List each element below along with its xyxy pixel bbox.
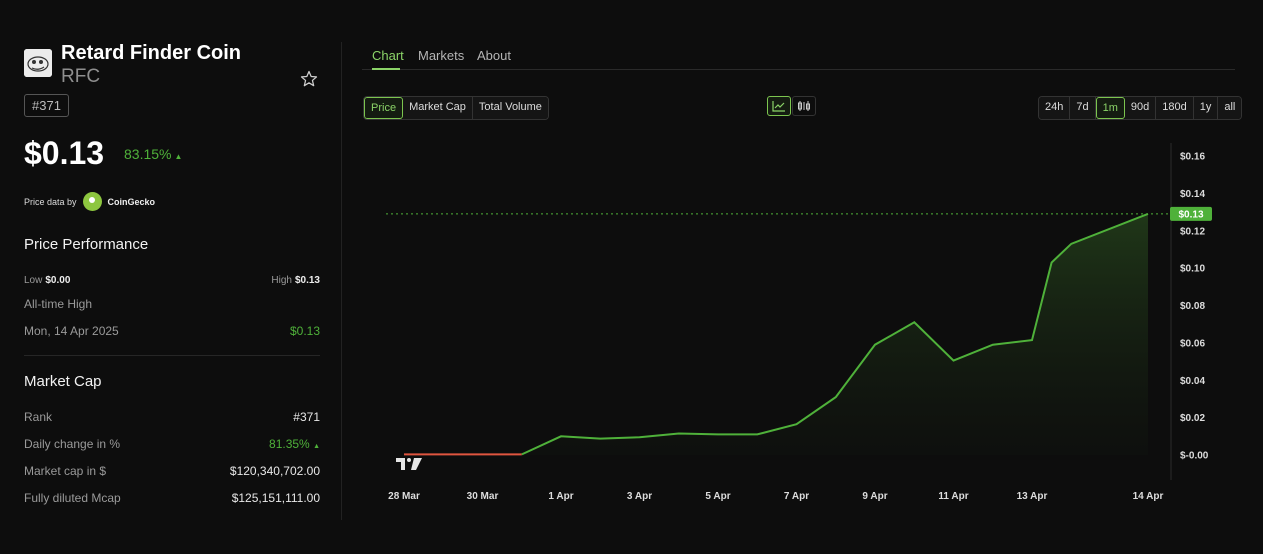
price-chart[interactable]: $0.16 $0.14 $0.12 $0.10 $0.08 $0.06 $0.04 $0.02… — [0, 0, 1263, 554]
y-tick-label: $0.06 — [1180, 338, 1205, 349]
x-tick-label: 14 Apr — [1133, 491, 1164, 502]
y-axis: $0.16 $0.14 $0.12 $0.10 $0.08 $0.06 $0.04 $0.02… — [1180, 152, 1209, 462]
y-tick-label: $-0.00 — [1180, 451, 1209, 462]
x-tick-label: 3 Apr — [627, 491, 652, 502]
x-tick-label: 13 Apr — [1017, 491, 1048, 502]
tradingview-logo — [396, 458, 422, 470]
x-tick-label: 11 Apr — [938, 491, 968, 502]
x-axis: 28 Mar 30 Mar 1 Apr 3 Apr 5 Apr 7 Apr 9 Apr 11 … — [388, 491, 1163, 502]
current-price-tag-label: $0.13 — [1178, 209, 1203, 220]
x-tick-label: 9 Apr — [862, 491, 887, 502]
x-tick-label: 1 Apr — [548, 491, 573, 502]
y-tick-label: $0.16 — [1180, 152, 1205, 163]
x-tick-label: 7 Apr — [784, 491, 809, 502]
x-tick-label: 28 Mar — [388, 491, 420, 502]
y-tick-label: $0.14 — [1180, 189, 1205, 200]
y-tick-label: $0.10 — [1180, 264, 1205, 275]
x-tick-label: 30 Mar — [467, 491, 499, 502]
y-tick-label: $0.08 — [1180, 301, 1205, 312]
x-tick-label: 5 Apr — [705, 491, 730, 502]
y-tick-label: $0.12 — [1180, 226, 1205, 237]
price-area — [404, 213, 1148, 455]
y-tick-label: $0.04 — [1180, 376, 1205, 387]
y-tick-label: $0.02 — [1180, 413, 1205, 424]
current-price-tag: $0.13 — [1170, 206, 1212, 221]
